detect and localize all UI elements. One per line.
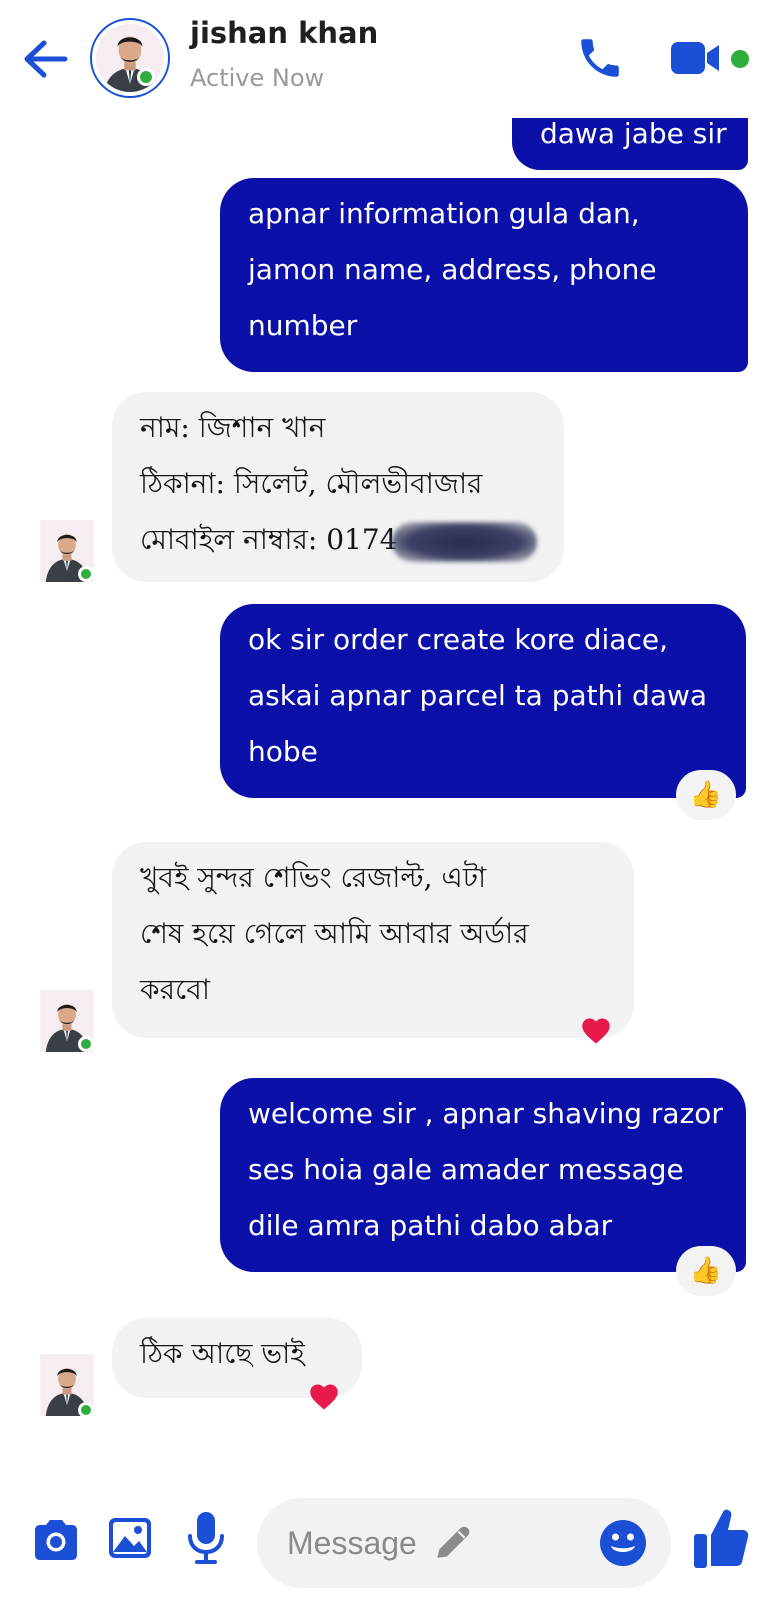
back-button[interactable]	[20, 36, 70, 82]
thumbs-up-icon	[694, 1509, 749, 1568]
reaction-badge[interactable]: 👍	[676, 770, 736, 820]
message-text: dawa jabe sir	[540, 118, 727, 150]
online-status-dot	[78, 1036, 94, 1052]
emoji-button[interactable]	[598, 1518, 648, 1568]
send-like-button[interactable]	[692, 1508, 752, 1572]
reaction-badge[interactable]: 👍	[676, 1246, 736, 1296]
message-list[interactable]: dawa jabe sir apnar information gula dan…	[0, 118, 784, 1470]
message-text: number	[248, 309, 358, 342]
reaction-badge[interactable]	[296, 1372, 352, 1422]
camera-button[interactable]	[30, 1516, 82, 1564]
message-text: শেষ হয়ে গেলে আমি আবার অর্ডার	[140, 917, 529, 950]
camera-icon	[35, 1520, 77, 1560]
incoming-message[interactable]: খুবই সুন্দর শেভিং রেজাল্ট, এটা শেষ হয়ে …	[112, 842, 634, 1038]
microphone-icon	[188, 1512, 224, 1564]
outgoing-message[interactable]: dawa jabe sir	[512, 118, 748, 170]
phone-icon	[581, 39, 619, 77]
active-status: Active Now	[190, 64, 325, 92]
message-input-box[interactable]	[257, 1498, 671, 1588]
chat-header: jishan khan Active Now	[0, 0, 784, 118]
message-text: ses hoia gale amader message	[248, 1153, 684, 1186]
online-status-dot	[78, 1402, 94, 1418]
message-text: মোবাইল নাম্বার: 0174	[140, 512, 537, 568]
outgoing-message[interactable]: apnar information gula dan, jamon name, …	[220, 178, 748, 372]
message-text: ok sir order create kore diace,	[248, 623, 668, 656]
audio-call-button[interactable]	[574, 32, 626, 84]
message-text: welcome sir , apnar shaving razor	[248, 1097, 723, 1130]
message-text: ঠিকানা: সিলেট, মৌলভীবাজার	[140, 467, 483, 500]
message-text: jamon name, address, phone	[248, 253, 657, 286]
message-text: askai apnar parcel ta pathi dawa	[248, 679, 708, 712]
message-text: করবো	[140, 973, 210, 1006]
message-input[interactable]	[287, 1516, 537, 1570]
message-text: hobe	[248, 735, 318, 768]
online-status-dot	[78, 566, 94, 582]
pencil-icon	[437, 1526, 470, 1558]
back-arrow-icon	[24, 40, 68, 78]
video-call-button[interactable]	[668, 36, 724, 80]
online-status-dot	[137, 68, 155, 86]
incoming-message[interactable]: নাম: জিশান খান ঠিকানা: সিলেট, মৌলভীবাজার…	[112, 392, 564, 582]
voice-message-button[interactable]	[184, 1510, 228, 1566]
emoji-icon	[600, 1520, 646, 1566]
contact-name[interactable]: jishan khan	[190, 16, 378, 50]
contact-avatar[interactable]	[90, 18, 170, 98]
message-text: নাম: জিশান খান	[140, 411, 326, 444]
reaction-badge[interactable]	[568, 1006, 624, 1056]
message-text: dile amra pathi dabo abar	[248, 1209, 613, 1242]
heart-icon	[310, 1384, 338, 1410]
messenger-chat-screen: jishan khan Active Now dawa jabe sir apn…	[0, 0, 784, 1600]
redacted-phone-number	[391, 521, 537, 562]
message-text: খুবই সুন্দর শেভিং রেজাল্ট, এটা	[140, 861, 487, 894]
outgoing-message[interactable]: welcome sir , apnar shaving razor ses ho…	[220, 1078, 746, 1272]
thumbs-up-icon: 👍	[689, 780, 723, 810]
gallery-button[interactable]	[106, 1514, 154, 1562]
outgoing-message[interactable]: ok sir order create kore diace, askai ap…	[220, 604, 746, 798]
video-active-dot	[731, 50, 749, 68]
message-composer	[0, 1470, 784, 1600]
thumbs-up-icon: 👍	[689, 1256, 723, 1286]
image-icon	[109, 1518, 151, 1558]
video-camera-icon	[671, 42, 719, 74]
heart-icon	[582, 1018, 610, 1044]
message-text: apnar information gula dan,	[248, 197, 640, 230]
